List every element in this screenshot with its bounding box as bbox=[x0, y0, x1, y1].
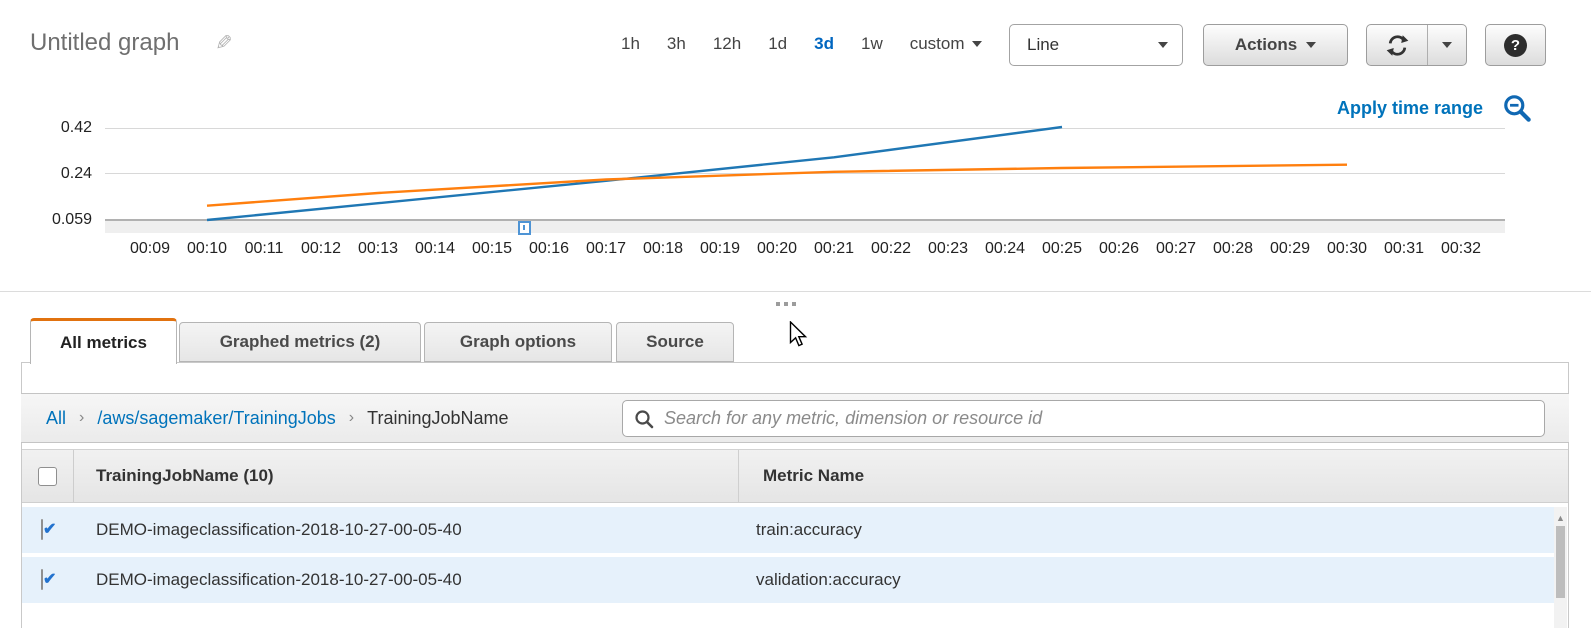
gridline bbox=[105, 173, 1505, 174]
x-tick-label: 00:11 bbox=[236, 240, 292, 258]
tab-source[interactable]: Source bbox=[616, 322, 734, 362]
breadcrumb-separator: › bbox=[349, 409, 354, 427]
x-tick-label: 00:21 bbox=[806, 240, 862, 258]
breadcrumb-separator: › bbox=[79, 409, 84, 427]
help-icon: ? bbox=[1504, 34, 1527, 57]
cloudwatch-graph-page: Untitled graph ✎ 1h 3h 12h 1d 3d 1w cust… bbox=[0, 0, 1591, 628]
x-tick-label: 00:31 bbox=[1376, 240, 1432, 258]
refresh-options-button[interactable] bbox=[1428, 25, 1466, 65]
y-tick-label: 0.24 bbox=[18, 165, 92, 183]
x-tick-label: 00:15 bbox=[464, 240, 520, 258]
x-tick-label: 00:18 bbox=[635, 240, 691, 258]
x-tick-label: 00:28 bbox=[1205, 240, 1261, 258]
time-range-3d[interactable]: 3d bbox=[814, 34, 834, 54]
x-tick-label: 00:16 bbox=[521, 240, 577, 258]
x-tick-label: 00:32 bbox=[1433, 240, 1489, 258]
refresh-split-button bbox=[1366, 24, 1467, 66]
scrollbar-up-arrow[interactable]: ▲ bbox=[1554, 513, 1567, 523]
row-metric-name: validation:accuracy bbox=[756, 557, 901, 603]
x-axis-band bbox=[105, 221, 1505, 233]
x-tick-label: 00:09 bbox=[122, 240, 178, 258]
x-tick-label: 00:17 bbox=[578, 240, 634, 258]
page-title: Untitled graph bbox=[30, 29, 179, 57]
tab-graphed-metrics[interactable]: Graphed metrics (2) bbox=[179, 322, 421, 362]
chevron-down-icon bbox=[1306, 42, 1316, 48]
x-tick-label: 00:19 bbox=[692, 240, 748, 258]
row-job-name: DEMO-imageclassification-2018-10-27-00-0… bbox=[96, 507, 462, 553]
row-checkbox[interactable] bbox=[41, 519, 43, 540]
x-tick-label: 00:13 bbox=[350, 240, 406, 258]
column-header-metric-name: Metric Name bbox=[763, 450, 864, 502]
edit-title-pencil-icon[interactable]: ✎ bbox=[215, 31, 233, 56]
time-range-12h[interactable]: 12h bbox=[713, 34, 741, 54]
time-range-1w[interactable]: 1w bbox=[861, 34, 883, 54]
actions-button[interactable]: Actions bbox=[1203, 24, 1348, 66]
time-range-selector: 1h 3h 12h 1d 3d 1w custom bbox=[621, 34, 982, 54]
refresh-icon bbox=[1385, 33, 1410, 58]
apply-time-range-link[interactable]: Apply time range bbox=[1275, 98, 1483, 119]
x-tick-label: 00:30 bbox=[1319, 240, 1375, 258]
table-header-row: TrainingJobName (10) Metric Name bbox=[22, 449, 1568, 503]
mouse-cursor bbox=[789, 321, 809, 349]
row-checkbox[interactable] bbox=[41, 569, 43, 590]
breadcrumb: All › /aws/sagemaker/TrainingJobs › Trai… bbox=[46, 394, 509, 442]
chevron-down-icon bbox=[1158, 42, 1168, 48]
tab-graph-options[interactable]: Graph options bbox=[424, 322, 612, 362]
row-job-name: DEMO-imageclassification-2018-10-27-00-0… bbox=[96, 557, 462, 603]
x-tick-label: 00:22 bbox=[863, 240, 919, 258]
metrics-panel: All › /aws/sagemaker/TrainingJobs › Trai… bbox=[21, 362, 1569, 628]
x-tick-label: 00:14 bbox=[407, 240, 463, 258]
chart-type-value: Line bbox=[1027, 35, 1059, 55]
breadcrumb-dimension: TrainingJobName bbox=[367, 408, 508, 429]
scrollbar-thumb[interactable] bbox=[1556, 526, 1565, 598]
gridline bbox=[105, 128, 1505, 129]
table-row[interactable]: DEMO-imageclassification-2018-10-27-00-0… bbox=[22, 507, 1555, 553]
refresh-button[interactable] bbox=[1367, 25, 1427, 65]
chart-drag-handle[interactable] bbox=[518, 221, 531, 235]
panel-resize-handle[interactable] bbox=[776, 302, 796, 306]
table-scrollbar[interactable]: ▲ bbox=[1554, 507, 1567, 628]
breadcrumb-namespace[interactable]: /aws/sagemaker/TrainingJobs bbox=[97, 408, 335, 429]
x-tick-label: 00:12 bbox=[293, 240, 349, 258]
x-tick-label: 00:27 bbox=[1148, 240, 1204, 258]
metric-search-box bbox=[622, 400, 1545, 437]
series-line-validation:accuracy bbox=[207, 165, 1347, 206]
y-tick-label: 0.059 bbox=[18, 211, 92, 229]
x-tick-label: 00:10 bbox=[179, 240, 235, 258]
table-row[interactable]: DEMO-imageclassification-2018-10-27-00-0… bbox=[22, 557, 1555, 603]
chevron-down-icon bbox=[1442, 42, 1452, 48]
breadcrumb-all[interactable]: All bbox=[46, 408, 66, 429]
header-checkbox-cell bbox=[22, 450, 74, 502]
time-range-1h[interactable]: 1h bbox=[621, 34, 640, 54]
zoom-out-icon[interactable] bbox=[1501, 92, 1535, 126]
metric-search-input[interactable] bbox=[662, 407, 1534, 430]
chevron-down-icon bbox=[972, 41, 982, 47]
help-button[interactable]: ? bbox=[1485, 24, 1546, 66]
x-tick-label: 00:26 bbox=[1091, 240, 1147, 258]
tab-all-metrics[interactable]: All metrics bbox=[30, 318, 177, 364]
time-range-custom[interactable]: custom bbox=[910, 34, 982, 54]
x-tick-label: 00:24 bbox=[977, 240, 1033, 258]
x-tick-label: 00:23 bbox=[920, 240, 976, 258]
search-icon bbox=[634, 409, 654, 429]
x-tick-label: 00:25 bbox=[1034, 240, 1090, 258]
y-tick-label: 0.42 bbox=[18, 119, 92, 137]
x-tick-label: 00:29 bbox=[1262, 240, 1318, 258]
column-divider bbox=[738, 450, 739, 502]
time-range-3h[interactable]: 3h bbox=[667, 34, 686, 54]
x-tick-label: 00:20 bbox=[749, 240, 805, 258]
row-metric-name: train:accuracy bbox=[756, 507, 862, 553]
section-divider bbox=[0, 291, 1591, 292]
metrics-toolbar: All › /aws/sagemaker/TrainingJobs › Trai… bbox=[21, 393, 1569, 443]
chart-type-select[interactable]: Line bbox=[1009, 24, 1183, 66]
time-range-1d[interactable]: 1d bbox=[768, 34, 787, 54]
select-all-checkbox[interactable] bbox=[38, 467, 57, 486]
column-header-trainingjobname: TrainingJobName (10) bbox=[96, 450, 274, 502]
